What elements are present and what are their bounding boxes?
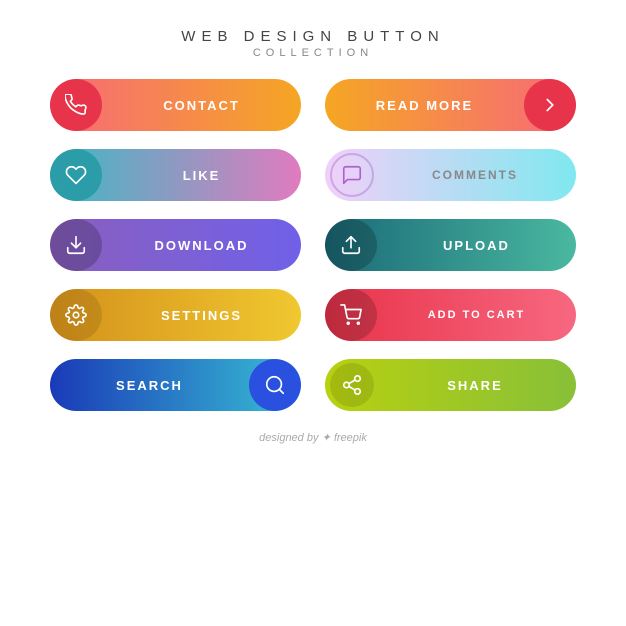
share-label: SHARE bbox=[374, 378, 576, 393]
search-button[interactable]: SEARCH bbox=[50, 359, 301, 411]
page-title: WEB DESIGN BUTTON bbox=[181, 28, 444, 45]
like-button[interactable]: LIKE bbox=[50, 149, 301, 201]
arrow-right-icon bbox=[524, 79, 576, 131]
search-label: SEARCH bbox=[50, 378, 249, 393]
page-subtitle: COLLECTION bbox=[181, 47, 444, 59]
read-more-button[interactable]: READ MORE bbox=[325, 79, 576, 131]
comments-button[interactable]: COMMENTS bbox=[325, 149, 576, 201]
freepik-brand: ✦ freepik bbox=[322, 432, 367, 444]
download-icon bbox=[50, 219, 102, 271]
read-more-label: READ MORE bbox=[325, 98, 524, 113]
upload-label: UPLOAD bbox=[377, 238, 576, 253]
footer: designed by ✦ freepik bbox=[259, 431, 367, 444]
phone-icon bbox=[50, 79, 102, 131]
add-to-cart-button[interactable]: ADD TO CART bbox=[325, 289, 576, 341]
upload-button[interactable]: UPLOAD bbox=[325, 219, 576, 271]
contact-label: CONTACT bbox=[102, 98, 301, 113]
comments-label: COMMENTS bbox=[374, 168, 576, 182]
like-label: LIKE bbox=[102, 168, 301, 183]
share-button[interactable]: SHARE bbox=[325, 359, 576, 411]
share-icon bbox=[330, 363, 374, 407]
settings-label: SETTINGS bbox=[102, 308, 301, 323]
add-to-cart-label: ADD TO CART bbox=[377, 309, 576, 321]
upload-icon bbox=[325, 219, 377, 271]
settings-button[interactable]: SETTINGS bbox=[50, 289, 301, 341]
footer-text: designed by bbox=[259, 432, 318, 444]
contact-button[interactable]: CONTACT bbox=[50, 79, 301, 131]
gear-icon bbox=[50, 289, 102, 341]
heart-icon bbox=[50, 149, 102, 201]
buttons-grid: CONTACT READ MORE LIKE COMMENTS DOWNLOAD… bbox=[0, 79, 626, 411]
cart-icon bbox=[325, 289, 377, 341]
download-label: DOWNLOAD bbox=[102, 238, 301, 253]
download-button[interactable]: DOWNLOAD bbox=[50, 219, 301, 271]
search-icon bbox=[249, 359, 301, 411]
page-header: WEB DESIGN BUTTON COLLECTION bbox=[181, 28, 444, 59]
chat-icon bbox=[330, 153, 374, 197]
